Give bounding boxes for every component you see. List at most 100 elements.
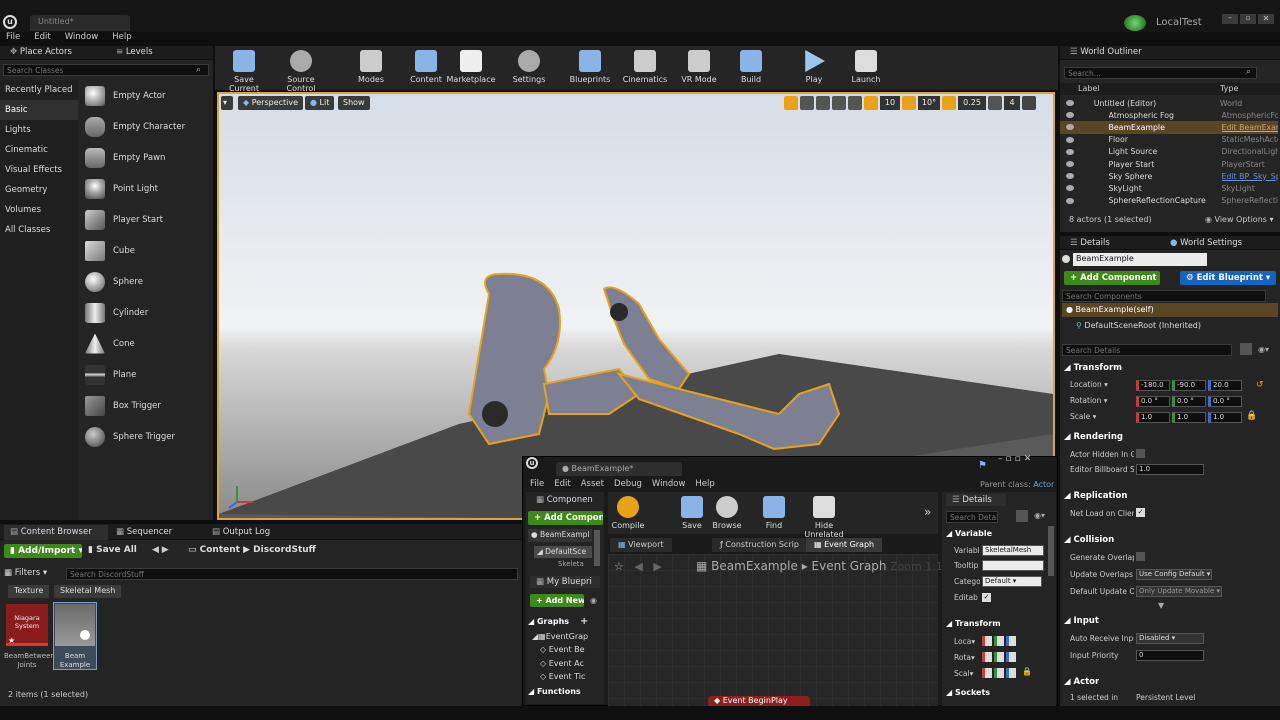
maximize-icon[interactable]: ▫ — [1240, 14, 1256, 24]
eye-icon[interactable] — [1066, 136, 1074, 143]
actor-sphere[interactable]: Sphere — [80, 266, 210, 297]
category-geometry[interactable]: Geometry — [0, 180, 78, 200]
actor-player-start[interactable]: Player Start — [80, 204, 210, 235]
maximize-viewport-icon[interactable] — [1022, 96, 1036, 110]
bp-component-skeletal[interactable]: Skeleta — [558, 560, 592, 568]
outliner-row[interactable]: SphereReflectionCaptureSphereReflection — [1060, 195, 1278, 207]
bp-location-x[interactable] — [982, 636, 992, 646]
bp-details-search[interactable]: Search Detail — [946, 511, 998, 523]
tab-viewport[interactable]: ▦ Viewport — [610, 538, 672, 552]
modes-button[interactable]: Modes — [352, 48, 390, 88]
bp-rotation-label[interactable]: Rota▾ — [954, 653, 978, 662]
bp-scale-z[interactable] — [1006, 668, 1016, 678]
surface-snap-icon[interactable] — [848, 96, 862, 110]
star-icon[interactable]: ☆ — [614, 560, 624, 573]
add-new-button[interactable]: + Add New ▾ — [530, 594, 584, 607]
bp-scale-y[interactable] — [994, 668, 1004, 678]
eye-icon[interactable] — [1066, 197, 1074, 204]
bp-scale-x[interactable] — [982, 668, 992, 678]
rotation-z[interactable]: 0.0 ° — [1208, 396, 1242, 407]
actor-name-field[interactable]: BeamExample — [1073, 253, 1207, 266]
section-input[interactable]: ◢ Input — [1064, 616, 1099, 626]
scale-snap-value[interactable]: 0.25 — [958, 96, 986, 110]
eye-icon[interactable]: ◉▾ — [1034, 511, 1045, 520]
graph-item-event-actor[interactable]: ◇ Event Ac — [540, 659, 590, 668]
add-graph-icon[interactable]: + — [580, 616, 588, 627]
category-visual-effects[interactable]: Visual Effects — [0, 160, 78, 180]
bp-tab-details[interactable]: ☰ Details — [946, 494, 1006, 506]
section-actor[interactable]: ◢ Actor — [1064, 677, 1099, 687]
property-matrix-icon[interactable] — [1240, 343, 1252, 355]
grid-snap-icon[interactable] — [864, 96, 878, 110]
graph-item-event-begin[interactable]: ◇ Event Be — [540, 645, 590, 654]
maximize-icon[interactable]: ▫ — [1006, 454, 1012, 464]
bp-add-component-button[interactable]: + Add Compone — [528, 511, 603, 525]
source-control-status-icon[interactable] — [1124, 15, 1146, 31]
tab-place-actors[interactable]: ✥ Place Actors — [4, 46, 78, 58]
forward-arrow-icon[interactable]: ▶ — [162, 545, 169, 555]
category-volumes[interactable]: Volumes — [0, 200, 78, 220]
bp-menu-debug[interactable]: Debug — [614, 479, 642, 489]
marketplace-button[interactable]: Marketplace — [446, 48, 496, 88]
outliner-row[interactable]: Light Source DirectionalLight — [1060, 146, 1278, 158]
bp-scale-label[interactable]: Scal▾ — [954, 669, 978, 678]
search-components-input[interactable]: Search Components — [1062, 290, 1266, 302]
scale-tool-icon[interactable] — [816, 96, 830, 110]
bp-menu-file[interactable]: File — [530, 479, 544, 489]
breadcrumb-discordstuff[interactable]: DiscordStuff — [253, 545, 316, 555]
eye-icon[interactable] — [1066, 100, 1074, 107]
find-button[interactable]: Find — [760, 494, 788, 534]
rotation-snap-value[interactable]: 10° — [918, 96, 940, 110]
source-control-button[interactable]: Source Control — [272, 48, 330, 93]
component-self[interactable]: ● BeamExample(self) — [1062, 303, 1278, 317]
billboard-scale-input[interactable]: 1.0 — [1136, 464, 1204, 475]
tab-output-log[interactable]: ▤ Output Log — [206, 526, 276, 538]
tab-sequencer[interactable]: ▦ Sequencer — [110, 526, 178, 538]
tooltip-input[interactable] — [982, 560, 1044, 571]
bp-rotation-x[interactable] — [982, 652, 992, 662]
hide-unrelated-button[interactable]: Hide Unrelated — [796, 494, 852, 539]
outliner-row[interactable]: SkyLight SkyLight — [1060, 182, 1278, 194]
update-overlaps-dropdown[interactable]: Use Config Default ▾ — [1136, 569, 1212, 580]
lock-icon[interactable]: 🔒 — [1022, 667, 1032, 676]
outliner-row[interactable]: Untitled (Editor) World — [1060, 97, 1278, 109]
perspective-button[interactable]: ◆ Perspective — [238, 96, 304, 110]
scale-x[interactable]: 1.0 — [1136, 412, 1170, 423]
bp-location-y[interactable] — [994, 636, 1004, 646]
tab-content-browser[interactable]: ▤ Content Browser — [4, 525, 108, 540]
section-functions[interactable]: ◢ Functions — [528, 687, 581, 696]
component-default-scene-root[interactable]: ⚲ DefaultSceneRoot (Inherited) — [1076, 321, 1201, 330]
outliner-row[interactable]: Sky Sphere Edit BP_Sky_Sp — [1060, 170, 1278, 182]
actor-point-light[interactable]: Point Light — [80, 173, 210, 204]
bp-menu-window[interactable]: Window — [652, 479, 686, 489]
restore-icon[interactable]: ▫ — [1015, 454, 1021, 464]
event-begin-play-node[interactable]: ◆ Event BeginPlay — [708, 696, 810, 706]
search-classes-input[interactable]: Search Classes — [3, 64, 209, 76]
default-update-dropdown[interactable]: Only Update Movable ▾ — [1136, 586, 1222, 597]
outliner-row[interactable]: Floor StaticMeshActo — [1060, 134, 1278, 146]
category-lights[interactable]: Lights — [0, 120, 78, 140]
section-transform[interactable]: ◢ Transform — [1064, 363, 1122, 373]
outliner-row-selected[interactable]: BeamExample Edit BeamExam — [1060, 121, 1278, 134]
category-dropdown[interactable]: Default ▾ — [982, 576, 1042, 587]
breadcrumb-content[interactable]: Content — [200, 545, 240, 555]
outliner-row[interactable]: Player Start PlayerStart — [1060, 158, 1278, 170]
actor-plane[interactable]: Plane — [80, 359, 210, 390]
save-all-button[interactable]: ▮ Save All — [88, 545, 137, 555]
play-button[interactable]: Play — [797, 48, 831, 88]
menu-help[interactable]: Help — [112, 32, 131, 42]
compile-button[interactable]: Compile — [610, 494, 646, 534]
level-tab[interactable]: Untitled* — [30, 15, 130, 31]
location-x[interactable]: -180.0 — [1136, 380, 1170, 391]
bp-section-sockets[interactable]: ◢ Sockets — [946, 688, 990, 697]
scale-label[interactable]: Scale ▾ — [1070, 412, 1096, 421]
bp-rotation-y[interactable] — [994, 652, 1004, 662]
net-load-checkbox[interactable]: ✓ — [1136, 508, 1145, 517]
forward-arrow-icon[interactable]: ▶ — [653, 560, 661, 573]
bp-rotation-z[interactable] — [1006, 652, 1016, 662]
menu-window[interactable]: Window — [65, 32, 99, 42]
toolbar-overflow-icon[interactable]: » — [924, 505, 931, 519]
eye-icon[interactable] — [1066, 185, 1074, 192]
bp-location-z[interactable] — [1006, 636, 1016, 646]
section-graphs[interactable]: ◢ Graphs — [528, 617, 569, 626]
